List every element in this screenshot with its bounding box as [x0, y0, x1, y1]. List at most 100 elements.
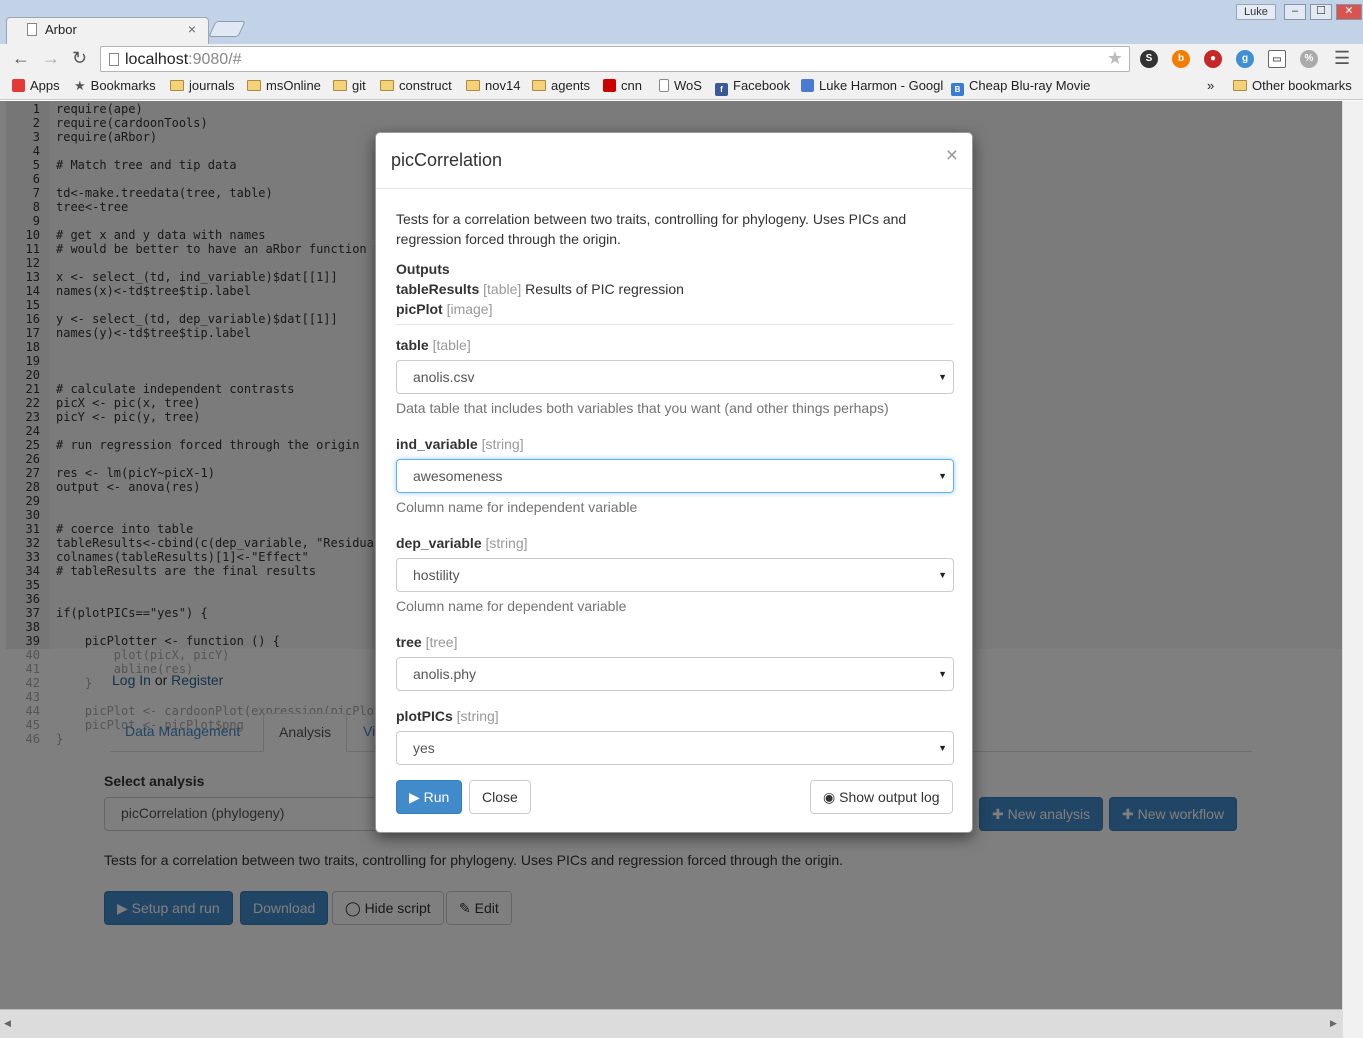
ind-variable-select-value: awesomeness [413, 468, 503, 484]
scroll-right-icon[interactable]: ▶ [1330, 1018, 1337, 1029]
browser-titlebar: Arbor × Luke – ☐ ✕ [0, 0, 1363, 44]
modal-header: picCorrelation × [376, 133, 972, 189]
window-close-button[interactable]: ✕ [1336, 4, 1362, 20]
extension-stop-icon[interactable]: ● [1204, 50, 1222, 68]
play-icon: ▶ [409, 789, 424, 805]
field-name: table [396, 337, 429, 353]
tree-select[interactable]: anolis.phy ▼ [396, 657, 954, 691]
output-desc: Results of PIC regression [525, 281, 684, 297]
url-text: localhost:9080/# [125, 51, 242, 69]
bookmark-agents[interactable]: agents [532, 78, 590, 93]
horizontal-scrollbar[interactable]: ◀ ▶ [0, 1009, 1342, 1038]
vertical-scrollbar[interactable] [1342, 101, 1363, 1038]
modal-title: picCorrelation [391, 150, 503, 170]
b-icon: B [951, 83, 964, 96]
bookmark-label: Facebook [733, 78, 791, 93]
bookmark-construct[interactable]: construct [380, 78, 452, 93]
table-field-label: table [table] [396, 335, 471, 355]
caret-down-icon: ▼ [938, 471, 947, 481]
bookmark-label: Luke Harmon - Googl [819, 78, 944, 93]
table-help: Data table that includes both variables … [396, 400, 889, 416]
modal-close-icon[interactable]: × [946, 145, 958, 166]
bookmark-scholar[interactable]: Luke Harmon - Googl [801, 78, 943, 93]
bookmark-git[interactable]: git [333, 78, 366, 93]
caret-down-icon: ▼ [938, 669, 947, 679]
extension-s-icon[interactable]: S [1140, 50, 1158, 68]
pic-correlation-dialog: picCorrelation × Tests for a correlation… [375, 132, 973, 833]
menu-icon[interactable]: ☰ [1334, 48, 1350, 69]
bookmarks-overflow-button[interactable]: » [1207, 78, 1214, 93]
browser-tab-arbor[interactable]: Arbor × [6, 17, 209, 44]
bookmark-facebook[interactable]: f Facebook [715, 78, 790, 96]
scroll-left-icon[interactable]: ◀ [4, 1018, 11, 1029]
field-type: [table] [432, 337, 471, 353]
ind-variable-help: Column name for independent variable [396, 499, 638, 515]
extension-shield-icon[interactable]: % [1300, 50, 1318, 68]
page-icon [109, 53, 119, 66]
table-select[interactable]: anolis.csv ▼ [396, 360, 954, 394]
bookmark-nov14[interactable]: nov14 [466, 78, 520, 93]
bookmark-star-icon[interactable]: ★ [1107, 48, 1123, 69]
plotpics-select-value: yes [413, 740, 435, 756]
cast-icon[interactable]: ▭ [1268, 50, 1286, 68]
tab-close-icon[interactable]: × [188, 21, 196, 37]
caret-down-icon: ▼ [938, 570, 947, 580]
back-arrow-icon[interactable]: ← [12, 48, 30, 69]
outputs-heading: Outputs [396, 261, 450, 277]
folder-icon [466, 80, 480, 91]
bookmark-wos[interactable]: WoS [659, 78, 702, 93]
run-button[interactable]: ▶ Run [396, 780, 463, 814]
caret-down-icon: ▼ [938, 372, 947, 382]
dep-variable-select[interactable]: hostility ▼ [396, 558, 954, 592]
output-pic-plot: picPlot [image] [396, 299, 492, 319]
bookmark-bookmarks[interactable]: ★ Bookmarks [74, 78, 156, 94]
modal-description-line1: Tests for a correlation between two trai… [396, 211, 907, 227]
new-tab-button[interactable] [208, 21, 246, 37]
bookmark-journals[interactable]: journals [170, 78, 235, 93]
bookmark-bluray[interactable]: B Cheap Blu-ray Movie [951, 78, 1090, 96]
url-path: :9080/# [188, 51, 242, 68]
bookmark-label: Other bookmarks [1252, 78, 1352, 93]
reload-icon[interactable]: ↻ [72, 48, 87, 69]
caret-down-icon: ▼ [938, 743, 947, 753]
bookmark-cnn[interactable]: cnn [603, 78, 642, 93]
page-icon [659, 79, 669, 92]
folder-icon [532, 80, 546, 91]
profile-button[interactable]: Luke [1236, 4, 1276, 20]
extension-b-icon[interactable]: b [1172, 50, 1190, 68]
dep-variable-help: Column name for dependent variable [396, 598, 627, 614]
close-button[interactable]: Close [469, 780, 531, 814]
bookmark-other[interactable]: Other bookmarks [1233, 78, 1352, 93]
minimize-button[interactable]: – [1284, 4, 1306, 20]
extension-ghostery-icon[interactable]: g [1236, 50, 1254, 68]
browser-toolbar: ← → ↻ localhost:9080/# ★ S b ● g ▭ % ☰ [0, 44, 1363, 74]
forward-arrow-icon[interactable]: → [42, 48, 60, 69]
field-type: [string] [485, 535, 528, 551]
ind-variable-select[interactable]: awesomeness ▼ [396, 459, 954, 493]
star-icon: ★ [74, 78, 86, 93]
run-label: Run [423, 789, 450, 805]
bookmark-label: Cheap Blu-ray Movie [969, 78, 1091, 93]
bookmark-label: cnn [621, 78, 642, 93]
folder-icon [247, 80, 261, 91]
tree-field-label: tree [tree] [396, 632, 457, 652]
bookmark-label: Bookmarks [90, 78, 156, 93]
tab-title: Arbor [45, 22, 77, 37]
ind-variable-field-label: ind_variable [string] [396, 434, 524, 454]
bookmark-label: construct [399, 78, 452, 93]
folder-icon [170, 80, 184, 91]
bookmark-apps[interactable]: Apps [12, 78, 60, 93]
field-name: plotPICs [396, 708, 453, 724]
bookmark-label: nov14 [485, 78, 521, 93]
output-type: [image] [446, 301, 493, 317]
maximize-button[interactable]: ☐ [1310, 4, 1332, 20]
field-type: [string] [456, 708, 499, 724]
facebook-icon: f [715, 83, 728, 96]
folder-icon [333, 80, 347, 91]
bookmark-msonline[interactable]: msOnline [247, 78, 321, 93]
plotpics-select[interactable]: yes ▼ [396, 731, 954, 765]
field-type: [tree] [425, 634, 458, 650]
show-output-log-button[interactable]: ◉ Show output log [810, 780, 953, 814]
output-name: picPlot [396, 301, 443, 317]
address-bar[interactable]: localhost:9080/# ★ [100, 46, 1130, 72]
